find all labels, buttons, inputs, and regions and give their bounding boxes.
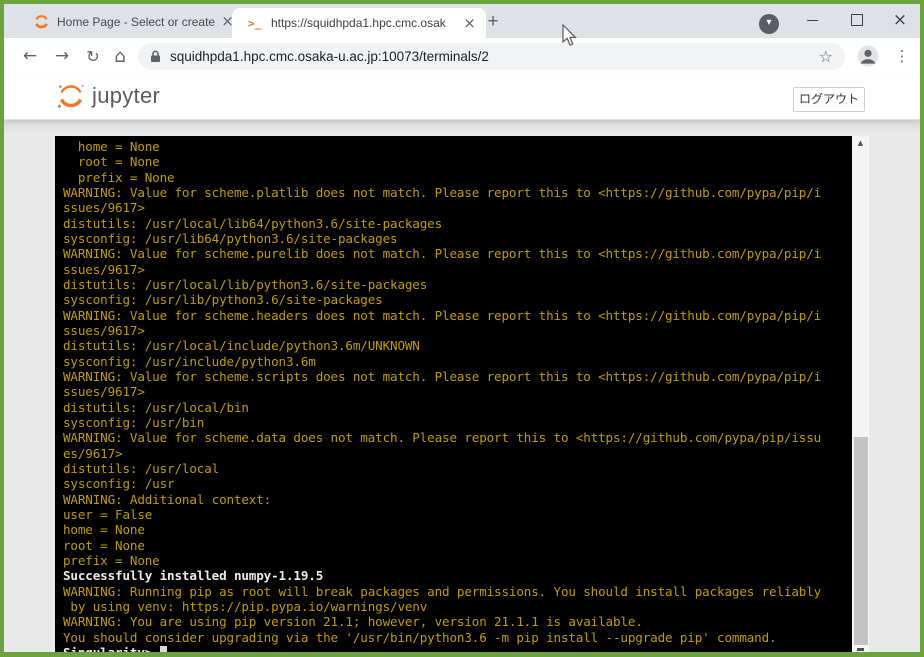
- terminal-line: WARNING: Value for scheme.data does not …: [63, 430, 852, 445]
- browser-toolbar: ← → ↻ ⌂ squidhpda1.hpc.cmc.osaka-u.ac.jp…: [4, 38, 920, 76]
- back-button[interactable]: ←: [17, 44, 43, 70]
- terminal-line: WARNING: Value for scheme.purelib does n…: [63, 246, 852, 261]
- logout-button[interactable]: ログアウト: [793, 87, 865, 112]
- url-text[interactable]: squidhpda1.hpc.cmc.osaka-u.ac.jp:10073/t…: [170, 49, 819, 64]
- minimize-button[interactable]: [793, 4, 831, 36]
- terminal-line: WARNING: Value for scheme.headers does n…: [63, 308, 852, 323]
- home-button[interactable]: ⌂: [107, 44, 133, 70]
- jupyter-logo-text: jupyter: [92, 83, 160, 109]
- terminal-line: distutils: /usr/local: [63, 461, 852, 476]
- terminal-line: home = None: [63, 522, 852, 537]
- terminal-favicon-icon: >_: [248, 15, 264, 31]
- bookmark-star-icon[interactable]: ☆: [819, 47, 833, 66]
- scrollbar-thumb[interactable]: [854, 437, 868, 645]
- terminal-page: home = None root = None prefix = NoneWAR…: [4, 119, 920, 652]
- jupyter-logo-icon: [56, 82, 86, 110]
- jupyter-favicon-icon: [34, 14, 50, 30]
- terminal-line: WARNING: Value for scheme.platlib does n…: [63, 185, 852, 200]
- terminal-line: distutils: /usr/local/lib/python3.6/site…: [63, 277, 852, 292]
- terminal-line: sysconfig: /usr/include/python3.6m: [63, 354, 852, 369]
- terminal-line: ssues/9617>: [63, 384, 852, 399]
- terminal-line: Successfully installed numpy-1.19.5: [63, 568, 852, 583]
- browser-window: Home Page - Select or create a n × >_ ht…: [0, 0, 924, 657]
- terminal-line: distutils: /usr/local/bin: [63, 400, 852, 415]
- forward-button[interactable]: →: [49, 44, 75, 70]
- terminal-line: sysconfig: /usr/bin: [63, 415, 852, 430]
- terminal-line: root = None: [63, 538, 852, 553]
- terminal-line: ssues/9617>: [63, 200, 852, 215]
- terminal-line: distutils: /usr/local/include/python3.6m…: [63, 338, 852, 353]
- terminal-line: user = False: [63, 507, 852, 522]
- jupyter-logo[interactable]: jupyter: [56, 82, 160, 110]
- profile-avatar[interactable]: [857, 45, 879, 67]
- tab-home-page[interactable]: Home Page - Select or create a n ×: [22, 7, 240, 36]
- terminal-scrollbar[interactable]: ▲: [852, 136, 869, 652]
- close-window-button[interactable]: ×: [881, 4, 919, 36]
- tab-terminal[interactable]: >_ https://squidhpda1.hpc.cmc.osak ×: [232, 8, 486, 38]
- terminal-line: ssues/9617>: [63, 323, 852, 338]
- terminal-line: es/9617>: [63, 446, 852, 461]
- terminal-line: WARNING: Running pip as root will break …: [63, 584, 852, 599]
- new-tab-button[interactable]: +: [480, 9, 506, 35]
- tab-title: https://squidhpda1.hpc.cmc.osak: [271, 16, 461, 30]
- terminal-line: home = None: [63, 139, 852, 154]
- scroll-up-icon[interactable]: ▲: [852, 136, 869, 151]
- tab-search-icon[interactable]: ▾: [759, 14, 779, 34]
- tab-strip: Home Page - Select or create a n × >_ ht…: [4, 4, 920, 38]
- terminal-line: sysconfig: /usr: [63, 476, 852, 491]
- minimize-icon: [807, 20, 818, 21]
- jupyter-header: jupyter ログアウト: [4, 75, 920, 120]
- terminal-line: by using venv: https://pip.pypa.io/warni…: [63, 599, 852, 614]
- terminal-line: prefix = None: [63, 170, 852, 185]
- terminal-line: sysconfig: /usr/lib/python3.6/site-packa…: [63, 292, 852, 307]
- terminal-line: WARNING: Value for scheme.scripts does n…: [63, 369, 852, 384]
- terminal-line: Singularity>: [63, 645, 852, 652]
- address-bar[interactable]: squidhpda1.hpc.cmc.osaka-u.ac.jp:10073/t…: [138, 43, 845, 70]
- terminal-line: sysconfig: /usr/lib64/python3.6/site-pac…: [63, 231, 852, 246]
- terminal-line: prefix = None: [63, 553, 852, 568]
- browser-menu-icon[interactable]: ⋮: [893, 44, 911, 70]
- terminal-output[interactable]: home = None root = None prefix = NoneWAR…: [55, 136, 852, 652]
- reload-button[interactable]: ↻: [80, 44, 106, 70]
- terminal-line: ssues/9617>: [63, 262, 852, 277]
- terminal-line: WARNING: Additional context:: [63, 492, 852, 507]
- terminal-line: root = None: [63, 154, 852, 169]
- maximize-icon: [851, 14, 863, 26]
- terminal-block-cursor: [160, 646, 168, 652]
- terminal-line: You should consider upgrading via the '/…: [63, 630, 852, 645]
- lock-icon: [150, 50, 161, 63]
- tab-title: Home Page - Select or create a n: [57, 15, 219, 29]
- terminal-line: distutils: /usr/local/lib64/python3.6/si…: [63, 216, 852, 231]
- maximize-button[interactable]: [838, 4, 876, 36]
- terminal-line: WARNING: You are using pip version 21.1;…: [63, 614, 852, 629]
- close-tab-icon[interactable]: ×: [461, 15, 478, 32]
- close-icon: ×: [893, 12, 907, 29]
- scroll-down-icon[interactable]: [857, 648, 864, 651]
